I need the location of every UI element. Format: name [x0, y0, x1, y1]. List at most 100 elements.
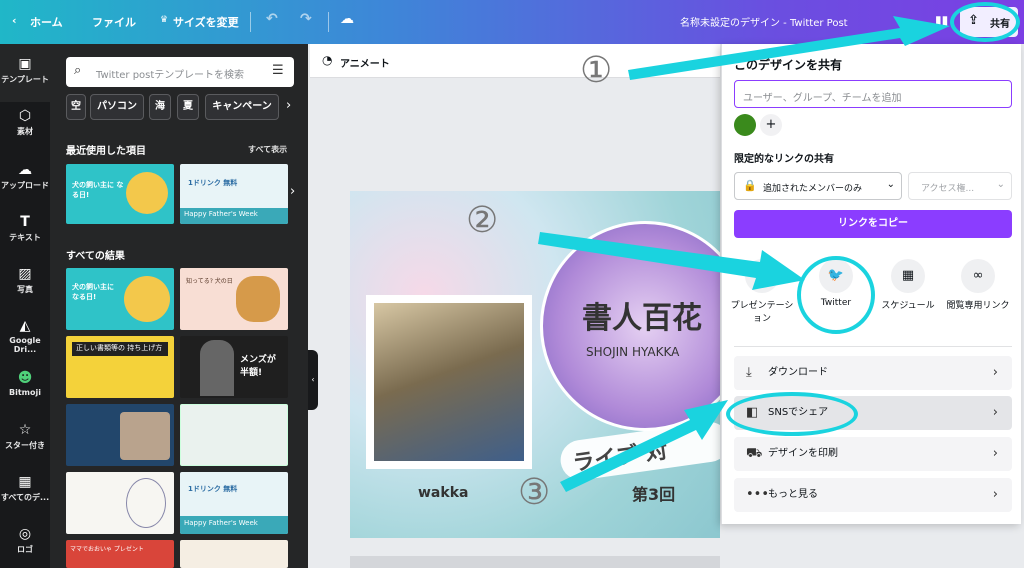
rail-label: スター付き: [5, 441, 45, 450]
template-search[interactable]: ⌕ Twitter postテンプレートを検索 ☰: [66, 57, 294, 87]
chevron-down-icon: ⌄: [886, 179, 895, 190]
crown-icon: ♛: [160, 15, 169, 25]
analytics-icon[interactable]: ▮▮: [935, 13, 948, 27]
side-rail: ▣ テンプレート ⬡ 素材 ☁ アップロード T テキスト ▨ 写真 ◭ Google Dr…: [0, 44, 50, 568]
copy-link-button[interactable]: リンクをコピー: [734, 210, 1012, 238]
thumb-text: ママでおおいゃ プレゼント: [70, 546, 144, 553]
redo-icon[interactable]: ↷: [300, 11, 312, 27]
menu-print[interactable]: ⛟ デザインを印刷 ›: [734, 437, 1012, 471]
all-results-title: すべての結果: [66, 251, 125, 262]
divider: [734, 346, 1012, 347]
link-icon: ∞: [961, 259, 995, 293]
chevron-right-icon[interactable]: ›: [286, 98, 291, 113]
dog-photo: [126, 172, 168, 214]
rail-label: アップロード: [1, 181, 49, 190]
option-label: プレゼンテーション: [730, 301, 794, 324]
rail-label: テンプレート: [1, 75, 49, 84]
search-input[interactable]: Twitter postテンプレートを検索: [96, 66, 244, 81]
star-icon: ☆: [18, 422, 32, 438]
rail-bitmoji[interactable]: ☻ Bitmoji: [0, 370, 50, 397]
chevron-right-icon: ›: [992, 487, 998, 502]
chip[interactable]: 海: [149, 94, 171, 120]
undo-icon[interactable]: ↶: [266, 11, 278, 27]
thumb-text: Happy Father's Week: [184, 210, 258, 218]
share-option-presentation[interactable]: ▭ プレゼンテーション: [730, 259, 794, 324]
link-section-title: 限定的なリンクの共有: [734, 154, 834, 165]
template-thumb[interactable]: 1ドリンク 無料 Happy Father's Week: [180, 164, 288, 224]
share-option-view-link[interactable]: ∞ 閲覧専用リンク: [946, 259, 1010, 311]
thumb-text: 1ドリンク 無料: [188, 179, 238, 187]
template-thumb[interactable]: 知ってる? 犬の日: [180, 268, 288, 330]
template-thumb[interactable]: 正しい書類等の 持ち上げ方: [66, 336, 174, 398]
calendar-icon: ▦: [891, 259, 925, 293]
access-scope-value: 追加されたメンバーのみ: [763, 184, 863, 194]
man-photo: [200, 340, 234, 396]
chip[interactable]: 夏: [177, 94, 199, 120]
chevron-right-icon[interactable]: ›: [290, 184, 295, 199]
rail-elements[interactable]: ⬡ 素材: [0, 108, 50, 137]
invite-placeholder: ユーザー、グループ、チームを追加: [743, 93, 902, 104]
annotation-ring-twitter: [797, 256, 875, 334]
collapse-panel-handle[interactable]: ‹: [308, 350, 318, 410]
annotation-number: ①: [580, 50, 613, 91]
home-button[interactable]: ホーム: [30, 14, 63, 30]
template-thumb[interactable]: [66, 472, 174, 534]
rail-label: Bitmoji: [9, 388, 41, 397]
google-drive-icon: ◭: [19, 318, 31, 334]
animate-button[interactable]: アニメート: [340, 55, 390, 70]
cloud-save-icon[interactable]: ☁: [340, 11, 354, 27]
filter-icon[interactable]: ☰: [272, 63, 284, 78]
page-strip: [350, 556, 720, 568]
see-all-link[interactable]: すべて表示: [248, 144, 287, 155]
thumb-text: 正しい書類等の 持ち上げ方: [76, 344, 163, 352]
template-thumb[interactable]: ママでおおいゃ プレゼント: [66, 540, 174, 568]
access-scope-select[interactable]: 🔒 追加されたメンバーのみ ⌄: [734, 172, 902, 200]
avatar[interactable]: [734, 114, 756, 136]
thumb-text: 犬の飼い主に なる日!: [72, 181, 124, 199]
animate-icon[interactable]: ◔: [322, 53, 332, 67]
access-level-select[interactable]: アクセス権... ⌄: [908, 172, 1012, 200]
rail-upload[interactable]: ☁ アップロード: [0, 162, 50, 191]
rail-logo[interactable]: ◎ ロゴ: [0, 526, 50, 555]
template-thumb[interactable]: 犬の飼い主に なる日!: [66, 268, 174, 330]
share-option-schedule[interactable]: ▦ スケジュール: [876, 259, 940, 311]
menu-label: デザインを印刷: [768, 448, 838, 459]
annotation-ring-sns: [726, 392, 858, 436]
share-heading: このデザインを共有: [734, 58, 843, 72]
recent-title: 最近使用した項目: [66, 146, 146, 157]
menu-more[interactable]: ••• もっと見る ›: [734, 478, 1012, 512]
template-thumb[interactable]: 1ドリンク 無料 Happy Father's Week: [180, 472, 288, 534]
grid-icon: ▦: [18, 474, 32, 490]
menu-download[interactable]: ⤓ ダウンロード ›: [734, 356, 1012, 390]
annotation-number: ③: [518, 472, 551, 513]
rail-starred[interactable]: ☆ スター付き: [0, 422, 50, 451]
rail-text[interactable]: T テキスト: [0, 214, 50, 243]
template-thumb[interactable]: 犬の飼い主に なる日!: [66, 164, 174, 224]
rail-google-drive[interactable]: ◭ Google Dri...: [0, 318, 50, 354]
template-thumb[interactable]: [180, 540, 288, 568]
template-thumb[interactable]: [180, 404, 288, 466]
file-menu[interactable]: ファイル: [92, 14, 136, 30]
add-person-icon[interactable]: +: [760, 114, 782, 136]
download-icon: ⤓: [746, 365, 752, 380]
rail-templates[interactable]: ▣ テンプレート: [0, 44, 50, 102]
chip[interactable]: パソコン: [90, 94, 144, 120]
template-icon: ▣: [18, 56, 32, 72]
flower-sketch: [126, 478, 166, 528]
chip[interactable]: キャンペーン: [205, 94, 279, 120]
back-chevron-icon[interactable]: ‹: [12, 14, 17, 27]
bitmoji-icon: ☻: [17, 370, 33, 386]
thumb-text: メンズが 半額!: [240, 355, 276, 378]
text-icon: T: [20, 214, 30, 230]
chip[interactable]: 空: [66, 94, 86, 120]
template-thumb[interactable]: [66, 404, 174, 466]
resize-button[interactable]: サイズを変更: [173, 14, 239, 30]
rail-label: すべてのデ...: [0, 493, 50, 502]
rail-all-designs[interactable]: ▦ すべてのデ...: [0, 474, 50, 503]
rail-photos[interactable]: ▨ 写真: [0, 266, 50, 295]
template-thumb[interactable]: メンズが 半額!: [180, 336, 288, 398]
design-title[interactable]: 名称未設定のデザイン - Twitter Post: [680, 14, 848, 29]
divider: [250, 12, 251, 32]
menu-label: もっと見る: [768, 489, 818, 500]
invite-input[interactable]: ユーザー、グループ、チームを追加: [734, 80, 1012, 108]
